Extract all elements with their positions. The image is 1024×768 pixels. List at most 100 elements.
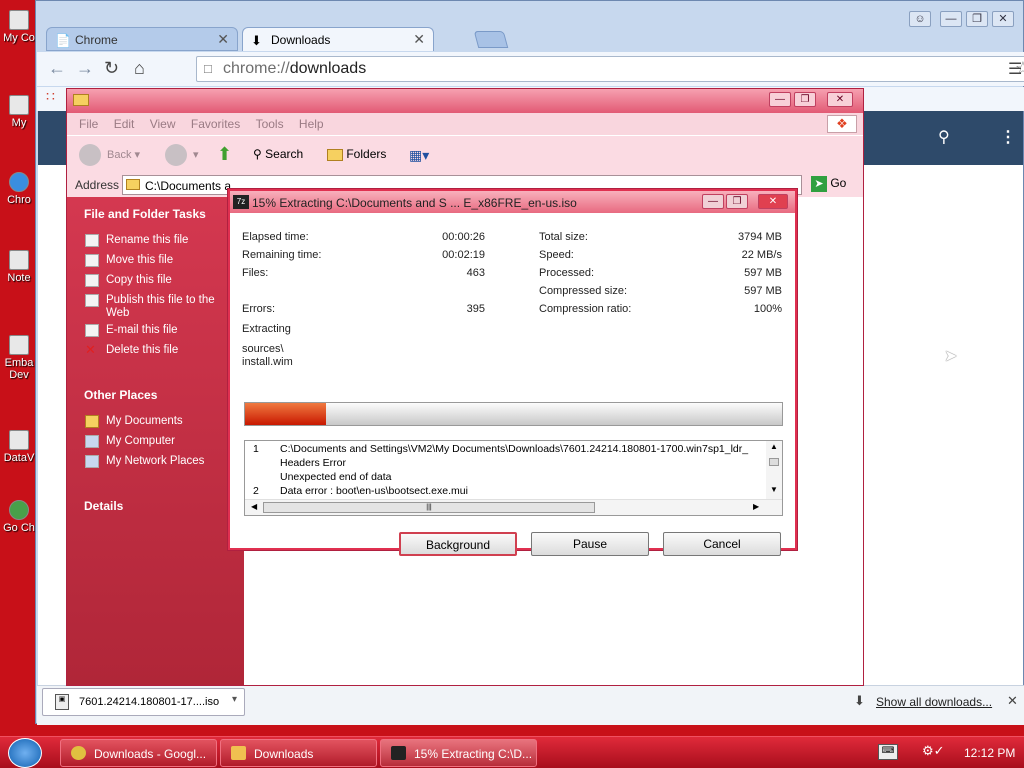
minimize-button[interactable]: —	[769, 92, 791, 107]
compression-ratio-value: 100%	[753, 303, 782, 315]
more-options-icon[interactable]: ⋮	[1000, 127, 1016, 147]
scroll-left-icon[interactable]: ◀	[251, 502, 257, 511]
forward-button[interactable]: ▾	[165, 144, 199, 166]
new-tab-button[interactable]	[473, 31, 509, 48]
task-copy[interactable]: Copy this file	[85, 274, 172, 287]
close-button[interactable]: ✕	[992, 11, 1014, 27]
tab-downloads[interactable]: ⬇ Downloads ✕	[242, 27, 434, 51]
go-arrow-icon: ➤	[811, 176, 827, 192]
place-my-computer[interactable]: My Computer	[85, 435, 175, 448]
task-publish[interactable]: Publish this file to the Web	[85, 294, 235, 320]
start-button[interactable]	[8, 738, 42, 768]
scroll-up-icon[interactable]: ▲	[770, 442, 778, 451]
scroll-thumb[interactable]	[769, 458, 779, 466]
minimize-button[interactable]: —	[940, 11, 962, 27]
compressed-size-value: 597 MB	[744, 285, 782, 297]
user-icon[interactable]: ☺	[909, 11, 931, 27]
close-shelf-icon[interactable]: ✕	[1007, 693, 1018, 709]
task-rename[interactable]: Rename this file	[85, 234, 188, 247]
pause-button[interactable]: Pause	[531, 532, 649, 556]
downloads-header-actions: ⚲ ⋮	[868, 111, 1023, 165]
desktop-icon-my-computer[interactable]: My Co	[0, 10, 38, 44]
minimize-button[interactable]: —	[702, 194, 724, 209]
menu-help[interactable]: Help	[299, 117, 324, 131]
task-move[interactable]: Move this file	[85, 254, 173, 267]
menu-edit[interactable]: Edit	[114, 117, 135, 131]
7zip-icon	[391, 746, 406, 760]
explorer-menubar: File Edit View Favorites Tools Help ❖	[67, 113, 863, 135]
restore-button[interactable]: ❐	[794, 92, 816, 107]
scroll-down-icon[interactable]: ▼	[770, 485, 778, 494]
search-icon: ⚲	[253, 147, 262, 161]
status-text: Extracting	[242, 323, 291, 335]
restore-button[interactable]: ❐	[726, 194, 748, 209]
apps-icon[interactable]: ∷	[46, 88, 55, 105]
other-places-title: Other Places	[84, 388, 158, 402]
close-tab-icon[interactable]: ✕	[217, 31, 229, 48]
elapsed-value: 00:00:26	[442, 231, 485, 243]
clock[interactable]: 12:12 PM	[964, 746, 1015, 760]
back-button[interactable]: Back ▾	[79, 144, 140, 166]
close-tab-icon[interactable]: ✕	[413, 31, 425, 48]
desktop-icon-my[interactable]: My	[0, 95, 38, 129]
move-icon	[85, 254, 99, 267]
omnibox[interactable]: □ chrome://downloads ☆	[196, 56, 1024, 82]
close-button[interactable]: ✕	[827, 92, 853, 107]
up-folder-icon[interactable]: ⬆	[217, 144, 232, 165]
desktop-icon-datav[interactable]: DataV	[0, 430, 38, 464]
publish-icon	[85, 294, 99, 307]
taskbar-item-explorer[interactable]: Downloads	[220, 739, 377, 767]
menu-tools[interactable]: Tools	[256, 117, 284, 131]
folders-button[interactable]: Folders	[327, 147, 386, 161]
search-button[interactable]: ⚲ Search	[253, 147, 303, 161]
taskbar-item-7zip[interactable]: 15% Extracting C:\D...	[380, 739, 537, 767]
chrome-icon	[71, 746, 86, 760]
close-button[interactable]: ✕	[758, 194, 788, 209]
error-log-list[interactable]: 1 C:\Documents and Settings\VM2\My Docum…	[244, 440, 783, 516]
download-item-menu[interactable]: ▾	[232, 694, 237, 705]
total-size-label: Total size:	[539, 231, 588, 243]
speed-value: 22 MB/s	[741, 249, 782, 261]
explorer-task-pane: File and Folder Tasks Rename this file M…	[67, 197, 244, 685]
back-arrow-icon[interactable]: ←	[48, 58, 66, 79]
vertical-scrollbar[interactable]: ▲ ▼	[766, 441, 782, 499]
show-all-downloads-link[interactable]: Show all downloads...	[876, 695, 992, 709]
desktop-icon-google-chrome[interactable]: Go Ch	[0, 500, 38, 534]
extract-dialog: 7z 15% Extracting C:\Documents and S ...…	[228, 189, 797, 556]
place-my-network[interactable]: My Network Places	[85, 455, 204, 468]
task-delete[interactable]: ✕ Delete this file	[85, 343, 178, 357]
compression-ratio-label: Compression ratio:	[539, 303, 632, 315]
menu-file[interactable]: File	[79, 117, 98, 131]
menu-view[interactable]: View	[150, 117, 176, 131]
restore-button[interactable]: ❐	[966, 11, 988, 27]
home-icon[interactable]: ⌂	[134, 58, 145, 79]
keyboard-icon[interactable]: ⌨	[878, 744, 898, 760]
speed-label: Speed:	[539, 249, 574, 261]
tray-icons[interactable]: ⚙✓	[922, 743, 945, 759]
place-my-documents[interactable]: My Documents	[85, 415, 183, 428]
task-email[interactable]: E-mail this file	[85, 324, 178, 337]
background-button[interactable]: Background	[399, 532, 517, 556]
download-item[interactable]: ▣ 7601.24214.180801-17....iso	[42, 688, 245, 716]
cancel-button[interactable]: Cancel	[663, 532, 781, 556]
tab-chrome[interactable]: 📄 Chrome ✕	[46, 27, 238, 51]
remaining-value: 00:02:19	[442, 249, 485, 261]
views-icon[interactable]: ▦▾	[409, 147, 429, 164]
search-icon[interactable]: ⚲	[938, 127, 950, 147]
forward-arrow-icon[interactable]: →	[76, 58, 94, 79]
scroll-hthumb[interactable]: |||	[263, 502, 595, 513]
desktop-icon-chrome[interactable]: Chro	[0, 172, 38, 206]
details-title[interactable]: Details	[84, 499, 123, 513]
windows-logo-icon: ❖	[827, 115, 857, 133]
desktop-icon-notepad[interactable]: Note	[0, 250, 38, 284]
go-button[interactable]: ➤ Go	[811, 176, 846, 192]
menu-favorites[interactable]: Favorites	[191, 117, 240, 131]
reload-icon[interactable]: ↻	[104, 58, 119, 79]
menu-icon[interactable]: ☰	[1008, 59, 1022, 79]
taskbar-item-chrome[interactable]: Downloads - Googl...	[60, 739, 217, 767]
scroll-right-icon[interactable]: ▶	[753, 502, 759, 511]
horizontal-scrollbar[interactable]: ◀ ||| ▶	[245, 499, 782, 515]
email-icon	[85, 324, 99, 337]
folder-icon	[85, 415, 99, 428]
desktop-icon-embarcadero[interactable]: Emba Dev	[0, 335, 38, 381]
